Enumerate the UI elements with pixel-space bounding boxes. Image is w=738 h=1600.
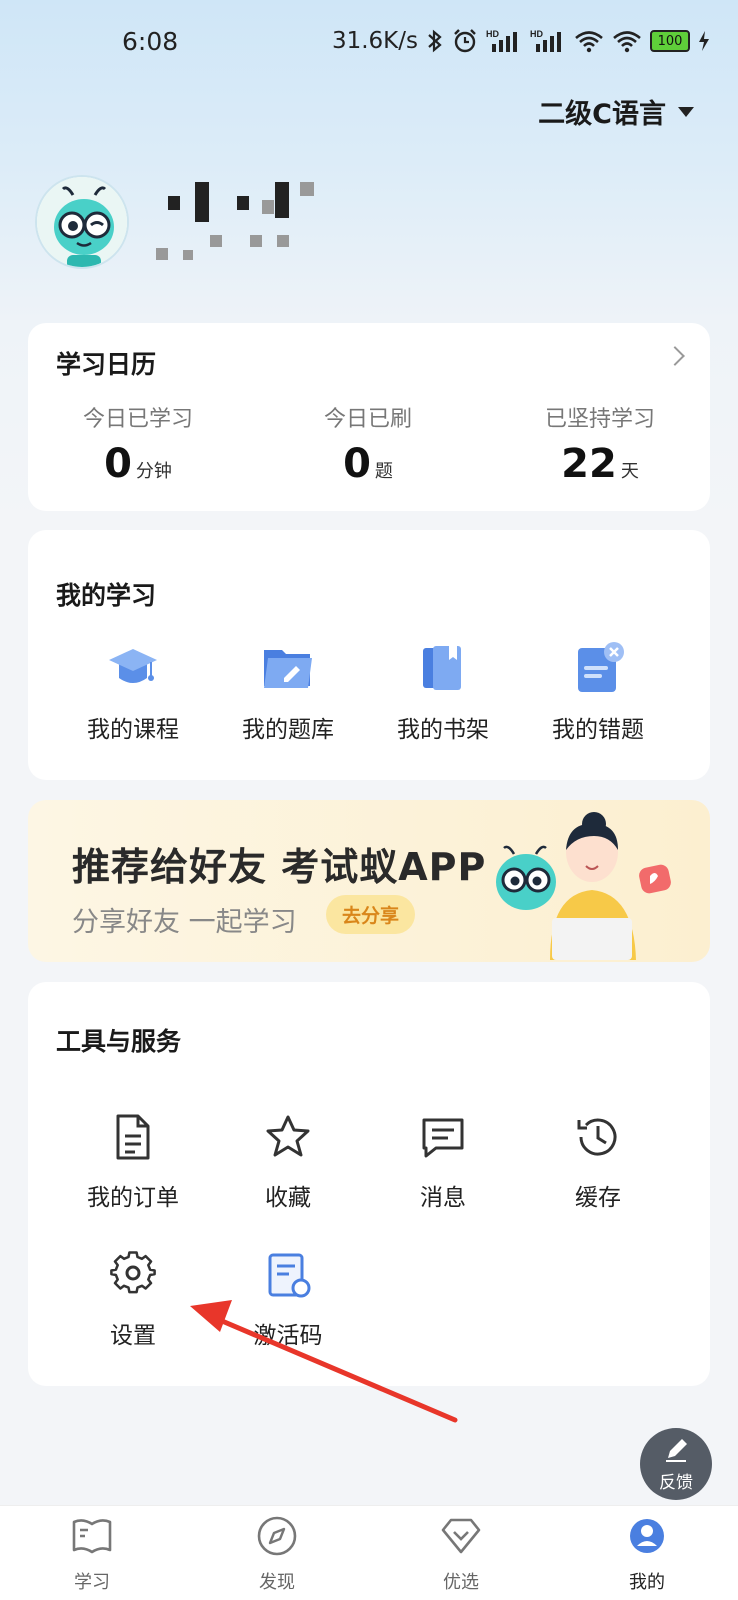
gear-icon xyxy=(110,1251,156,1294)
stat-value: 22 天 xyxy=(561,441,639,487)
feedback-button[interactable]: 反馈 xyxy=(640,1428,712,1500)
grid-label: 我的题库 xyxy=(242,717,334,743)
status-bar: 6:08 31.6K/s HD HD 100 xyxy=(0,0,738,86)
tab-discover[interactable]: 发现 xyxy=(222,1514,332,1594)
exam-selector[interactable]: 二级C语言 xyxy=(538,92,694,131)
network-speed: 31.6K/s xyxy=(331,28,418,54)
wifi-2-icon xyxy=(612,26,642,56)
caret-down-icon xyxy=(678,106,694,117)
bookshelf-icon xyxy=(415,640,471,696)
tool-label: 缓存 xyxy=(575,1185,621,1211)
tool-label: 消息 xyxy=(420,1185,466,1211)
tab-label: 发现 xyxy=(259,1572,295,1593)
question-bank-icon xyxy=(260,640,316,696)
history-clock-icon xyxy=(577,1118,617,1156)
stat-value: 0题 xyxy=(343,441,393,487)
tools-title: 工具与服务 xyxy=(56,1027,182,1056)
favorites-button[interactable]: 收藏 xyxy=(213,1112,363,1212)
messages-button[interactable]: 消息 xyxy=(368,1112,518,1212)
ant-mascot-icon xyxy=(37,177,127,267)
signal-hd-2-icon: HD xyxy=(530,26,566,56)
alarm-icon xyxy=(452,26,478,56)
bluetooth-icon xyxy=(426,26,444,56)
activation-code-button[interactable]: 激活码 xyxy=(213,1250,363,1350)
activation-code-icon xyxy=(268,1253,311,1298)
status-icons: 31.6K/s HD HD 100 xyxy=(332,26,710,56)
learning-calendar-card[interactable]: 学习日历 今日已学习 0 分钟 今日已刷 0题 已坚持学习 22 天 xyxy=(28,323,710,511)
tool-label: 设置 xyxy=(110,1323,156,1349)
stat-label: 已坚持学习 xyxy=(544,407,655,432)
calendar-title: 学习日历 xyxy=(56,350,157,379)
stat-today-questions: 今日已刷 0题 xyxy=(258,401,478,487)
tools-services-card: 工具与服务 我的订单 收藏 消息 缓存 设置 激活码 xyxy=(28,982,710,1386)
chevron-right-icon xyxy=(665,346,685,366)
stat-value: 0 分钟 xyxy=(104,441,172,487)
banner-illustration-icon xyxy=(496,812,671,960)
my-bookshelf-button[interactable]: 我的书架 xyxy=(368,640,518,744)
graduation-cap-icon xyxy=(105,640,161,696)
stat-today-minutes: 今日已学习 0 分钟 xyxy=(28,401,248,487)
share-button[interactable]: 去分享 xyxy=(326,895,416,934)
my-wrong-questions-button[interactable]: 我的错题 xyxy=(523,640,673,744)
book-icon xyxy=(72,1519,112,1554)
wifi-1-icon xyxy=(574,26,604,56)
svg-text:HD: HD xyxy=(486,29,499,39)
my-courses-button[interactable]: 我的课程 xyxy=(58,640,208,744)
charging-icon xyxy=(698,26,710,56)
status-time: 6:08 xyxy=(122,27,179,56)
exam-selector-label: 二级C语言 xyxy=(538,99,666,130)
banner-subtitle: 分享好友 一起学习 xyxy=(72,907,297,938)
my-question-bank-button[interactable]: 我的题库 xyxy=(213,640,363,744)
message-icon xyxy=(422,1118,464,1158)
pencil-icon xyxy=(666,1439,687,1462)
compass-icon xyxy=(257,1516,297,1556)
signal-hd-1-icon: HD xyxy=(486,26,522,56)
settings-button[interactable]: 设置 xyxy=(58,1250,208,1350)
stat-label: 今日已刷 xyxy=(323,407,412,432)
diamond-icon xyxy=(441,1518,481,1554)
stat-label: 今日已学习 xyxy=(82,407,193,432)
tab-mine[interactable]: 我的 xyxy=(592,1514,702,1594)
banner-title: 推荐给好友 考试蚁APP xyxy=(72,845,487,889)
grid-label: 我的错题 xyxy=(552,717,644,743)
svg-text:HD: HD xyxy=(530,29,543,39)
profile-icon xyxy=(630,1519,664,1553)
battery-icon: 100 xyxy=(650,30,690,52)
star-icon xyxy=(266,1115,310,1157)
tab-label: 学习 xyxy=(74,1572,110,1593)
tab-featured[interactable]: 优选 xyxy=(406,1514,516,1594)
tool-label: 激活码 xyxy=(253,1323,323,1349)
recommend-banner[interactable]: 推荐给好友 考试蚁APP 分享好友 一起学习 去分享 xyxy=(28,800,710,962)
tool-label: 我的订单 xyxy=(87,1185,179,1211)
bottom-tab-bar: 学习 发现 优选 我的 xyxy=(0,1505,738,1600)
wrong-questions-icon xyxy=(570,640,626,696)
cache-button[interactable]: 缓存 xyxy=(523,1112,673,1212)
tab-label: 优选 xyxy=(443,1572,479,1593)
tab-study[interactable]: 学习 xyxy=(37,1514,147,1594)
tab-label: 我的 xyxy=(629,1572,665,1593)
avatar[interactable] xyxy=(35,175,129,269)
order-document-icon xyxy=(116,1114,150,1160)
my-orders-button[interactable]: 我的订单 xyxy=(58,1112,208,1212)
grid-label: 我的书架 xyxy=(397,717,489,743)
my-study-card: 我的学习 我的课程 我的题库 我的书架 我的错题 xyxy=(28,530,710,780)
grid-label: 我的课程 xyxy=(87,717,179,743)
tool-label: 收藏 xyxy=(265,1185,311,1211)
my-study-title: 我的学习 xyxy=(56,581,157,610)
stat-streak-days: 已坚持学习 22 天 xyxy=(490,401,710,487)
feedback-label: 反馈 xyxy=(659,1473,693,1493)
